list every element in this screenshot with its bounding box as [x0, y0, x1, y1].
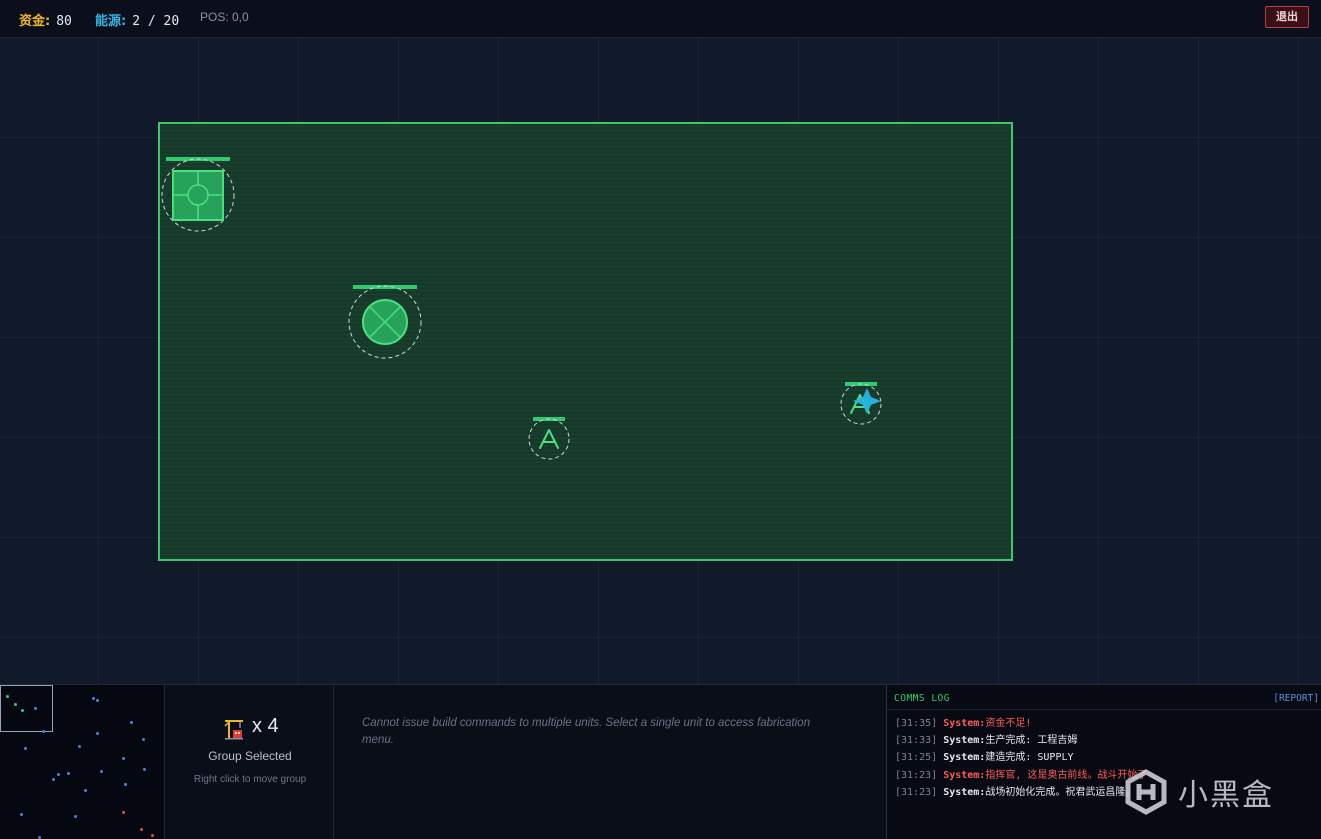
- log-text: 资金不足!: [985, 718, 1032, 729]
- log-sender: System:: [943, 718, 986, 729]
- minimap-dot: [143, 768, 146, 771]
- minimap-dot: [122, 811, 125, 814]
- minimap-dot: [122, 757, 125, 760]
- minimap-dot: [78, 745, 81, 748]
- log-entry: [31:25] System:建造完成: SUPPLY: [895, 748, 1315, 763]
- funds-display: 资金: 80: [19, 10, 72, 29]
- minimap[interactable]: [0, 685, 165, 839]
- minimap-dot: [67, 772, 70, 775]
- minimap-viewport[interactable]: [0, 685, 53, 732]
- minimap-dot: [24, 747, 27, 750]
- energy-label: 能源:: [95, 14, 127, 29]
- minimap-dot: [151, 834, 154, 837]
- energy-display: 能源: 2 / 20: [95, 10, 179, 29]
- minimap-dot: [21, 709, 24, 712]
- minimap-dot: [92, 697, 95, 700]
- funds-value: 80: [56, 14, 72, 29]
- report-button[interactable]: [REPORT]: [1273, 693, 1319, 704]
- minimap-dot: [124, 783, 127, 786]
- minimap-dot: [96, 732, 99, 735]
- crossed-circle-icon: [362, 299, 408, 345]
- selection-box: [158, 122, 1013, 561]
- minimap-dot: [96, 699, 99, 702]
- minimap-dot: [142, 738, 145, 741]
- minimap-dot: [140, 828, 143, 831]
- crane-icon: [224, 720, 243, 740]
- minimap-dot: [6, 695, 9, 698]
- comms-title: COMMS LOG: [894, 693, 950, 704]
- selection-panel: x 4 Group Selected Right click to move g…: [166, 685, 334, 839]
- battlefield-canvas[interactable]: [0, 38, 1321, 684]
- minimap-dot: [14, 703, 17, 706]
- log-sender: System:: [943, 787, 986, 798]
- log-sender: System:: [943, 735, 986, 746]
- selection-title: Group Selected: [208, 749, 292, 763]
- minimap-dot: [34, 707, 37, 710]
- selection-hint: Right click to move group: [193, 774, 307, 785]
- energy-value: 2 / 20: [132, 14, 180, 29]
- watermark-text: 小黑盒: [1178, 778, 1274, 813]
- minimap-dot: [100, 770, 103, 773]
- log-time: [31:25]: [895, 752, 938, 763]
- log-time: [31:23]: [895, 770, 938, 781]
- minimap-dot: [57, 773, 60, 776]
- game-screen: 资金: 80 能源: 2 / 20 POS: 0,0 退出 x 4 Group …: [0, 0, 1321, 839]
- minimap-dot: [130, 721, 133, 724]
- log-entry: [31:35] System:资金不足!: [895, 714, 1315, 729]
- log-text: 生产完成: 工程吉姆: [985, 735, 1078, 746]
- comms-divider: [887, 709, 1321, 710]
- minimap-dot: [20, 813, 23, 816]
- log-entry: [31:33] System:生产完成: 工程吉姆: [895, 731, 1315, 746]
- minimap-dot: [52, 778, 55, 781]
- selection-count: x 4: [252, 715, 279, 737]
- position-readout: POS: 0,0: [200, 10, 249, 24]
- log-sender: System:: [943, 752, 986, 763]
- log-text: 建造完成: SUPPLY: [985, 752, 1074, 763]
- log-time: [31:33]: [895, 735, 938, 746]
- watermark-logo-icon: [1125, 769, 1167, 815]
- building-icon: [172, 170, 224, 221]
- battlefield[interactable]: [0, 38, 1321, 684]
- watermark: 小黑盒: [1122, 768, 1282, 816]
- build-panel-message: Cannot issue build commands to multiple …: [362, 717, 811, 746]
- funds-label: 资金:: [19, 14, 51, 29]
- exit-button[interactable]: 退出: [1265, 6, 1309, 28]
- minimap-dot: [84, 789, 87, 792]
- minimap-dot: [74, 815, 77, 818]
- minimap-dot: [42, 730, 45, 733]
- log-text: 战场初始化完成。祝君武运昌隆。: [985, 787, 1136, 798]
- log-time: [31:35]: [895, 718, 938, 729]
- log-time: [31:23]: [895, 787, 938, 798]
- resource-bar: 资金: 80 能源: 2 / 20 POS: 0,0 退出: [0, 0, 1321, 38]
- log-sender: System:: [943, 770, 986, 781]
